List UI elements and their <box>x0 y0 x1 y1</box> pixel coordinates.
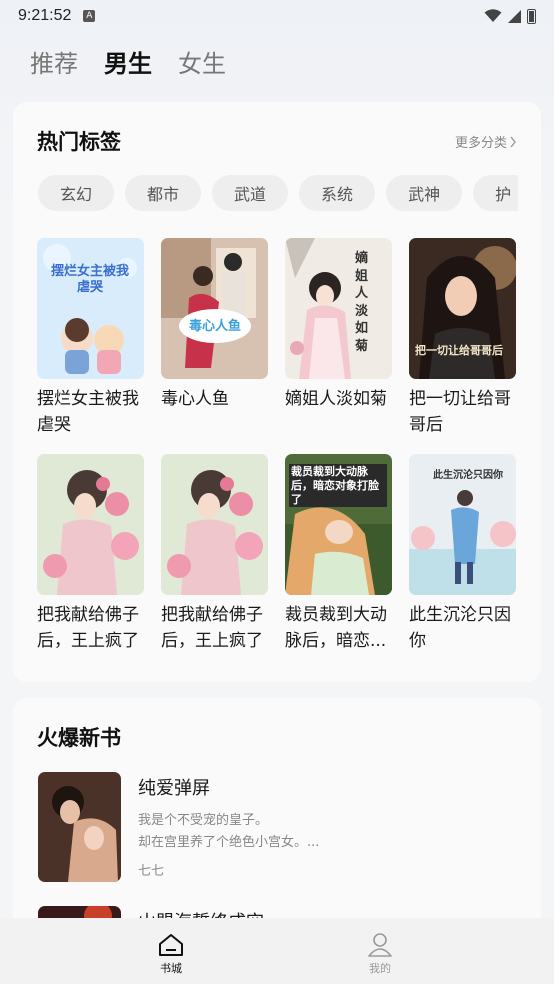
bottom-nav: 书城 我的 <box>0 918 554 984</box>
hot-tags-title: 热门标签 <box>37 130 121 154</box>
book-name: 把我献给佛子后，王上疯了 <box>37 605 139 651</box>
status-time: 9:21:52 <box>18 7 72 24</box>
book-name: 裁员裁到大动脉后，暗恋... <box>285 605 387 651</box>
book-card[interactable]: 把一切让给哥哥后 把一切让给哥哥后 <box>409 238 516 438</box>
new-book-item[interactable]: 纯爱弹屏 我是个不受宠的皇子。 却在宫里养了个绝色小宫女。... 七七 <box>38 772 518 882</box>
new-book-desc: 我是个不受宠的皇子。 却在宫里养了个绝色小宫女。... <box>138 810 518 854</box>
book-name: 此生沉沦只因你 <box>409 605 511 651</box>
tab-male[interactable]: 男生 <box>104 44 152 79</box>
notification-a-icon: A <box>83 10 96 22</box>
new-book-title: 纯爱弹屏 <box>138 778 210 799</box>
tab-female[interactable]: 女生 <box>178 44 226 79</box>
cover-image <box>409 238 516 379</box>
new-book-desc-line: 却在宫里养了个绝色小宫女。... <box>138 835 320 850</box>
hot-tags-card: 热门标签 更多分类 玄幻 都市 武道 系统 武神 护 摆烂女主被我虐哭 摆烂女主… <box>13 102 541 682</box>
book-card[interactable]: 把我献给佛子后，王上疯了 <box>161 454 268 654</box>
book-grid: 摆烂女主被我虐哭 摆烂女主被我虐哭 毒心人鱼 毒心人鱼 嫡姐人淡如菊 嫡姐人淡如… <box>37 238 517 654</box>
cover-title: 把一切让给哥哥后 <box>415 344 503 357</box>
person-icon <box>368 933 392 957</box>
wifi-icon <box>484 9 502 22</box>
book-name: 摆烂女主被我虐哭 <box>37 389 139 435</box>
book-cover: 摆烂女主被我虐哭 <box>37 238 144 379</box>
book-name: 把我献给佛子后，王上疯了 <box>161 605 263 651</box>
book-name: 毒心人鱼 <box>161 389 229 409</box>
cover-title: 裁员裁到大动脉后，暗恋对象打脸了 <box>289 464 387 508</box>
nav-mine[interactable]: 我的 <box>366 932 394 976</box>
cover-title: 摆烂女主被我虐哭 <box>51 264 130 296</box>
cover-title: 此生沉沦只因你 <box>433 470 503 481</box>
new-book-desc-line: 我是个不受宠的皇子。 <box>138 813 269 828</box>
book-card[interactable]: 毒心人鱼 毒心人鱼 <box>161 238 268 438</box>
battery-icon <box>527 8 536 24</box>
cover-image <box>285 238 392 379</box>
more-categories-link[interactable]: 更多分类 <box>455 132 517 151</box>
tab-recommend[interactable]: 推荐 <box>30 44 78 79</box>
top-tabs: 推荐 男生 女生 <box>30 44 226 79</box>
cover-image <box>37 454 144 595</box>
book-cover: 嫡姐人淡如菊 <box>285 238 392 379</box>
cover-image <box>161 238 268 379</box>
book-card[interactable]: 把我献给佛子后，王上疯了 <box>37 454 144 654</box>
cover-image <box>161 454 268 595</box>
cover-title: 毒心人鱼 <box>189 319 242 334</box>
tag-row: 玄幻 都市 武道 系统 武神 护 <box>38 175 518 211</box>
tag-chip[interactable]: 都市 <box>125 175 202 211</box>
book-card[interactable]: 嫡姐人淡如菊 嫡姐人淡如菊 <box>285 238 392 438</box>
book-cover <box>37 454 144 595</box>
tag-chip[interactable]: 玄幻 <box>38 175 115 211</box>
cover-image <box>37 238 144 379</box>
home-icon <box>159 934 183 956</box>
nav-mine-label: 我的 <box>369 962 391 975</box>
status-bar: 9:21:52 A <box>0 0 554 32</box>
chevron-right-icon <box>510 136 516 147</box>
nav-bookstore[interactable]: 书城 <box>157 932 185 976</box>
book-name: 嫡姐人淡如菊 <box>285 389 387 409</box>
tag-chip[interactable]: 系统 <box>299 175 376 211</box>
new-book-cover <box>38 772 121 882</box>
tag-chip[interactable]: 武神 <box>386 175 463 211</box>
book-name: 把一切让给哥哥后 <box>409 389 511 435</box>
more-categories-label: 更多分类 <box>454 136 507 151</box>
cover-title: 嫡姐人淡如菊 <box>355 251 369 354</box>
new-book-info: 纯爱弹屏 我是个不受宠的皇子。 却在宫里养了个绝色小宫女。... 七七 <box>138 772 518 882</box>
cover-image <box>38 772 121 882</box>
book-card[interactable]: 此生沉沦只因你 此生沉沦只因你 <box>409 454 516 654</box>
book-cover <box>161 454 268 595</box>
book-cover: 此生沉沦只因你 <box>409 454 516 595</box>
book-card[interactable]: 裁员裁到大动脉后，暗恋对象打脸了 裁员裁到大动脉后，暗恋... <box>285 454 392 654</box>
book-card[interactable]: 摆烂女主被我虐哭 摆烂女主被我虐哭 <box>37 238 144 438</box>
book-cover: 把一切让给哥哥后 <box>409 238 516 379</box>
book-cover: 裁员裁到大动脉后，暗恋对象打脸了 <box>285 454 392 595</box>
book-cover: 毒心人鱼 <box>161 238 268 379</box>
tag-chip[interactable]: 护 <box>473 175 518 211</box>
new-books-title: 火爆新书 <box>37 726 121 750</box>
new-book-author: 七七 <box>138 864 165 879</box>
nav-bookstore-label: 书城 <box>160 962 182 975</box>
signal-icon <box>508 9 521 23</box>
tag-chip[interactable]: 武道 <box>212 175 289 211</box>
